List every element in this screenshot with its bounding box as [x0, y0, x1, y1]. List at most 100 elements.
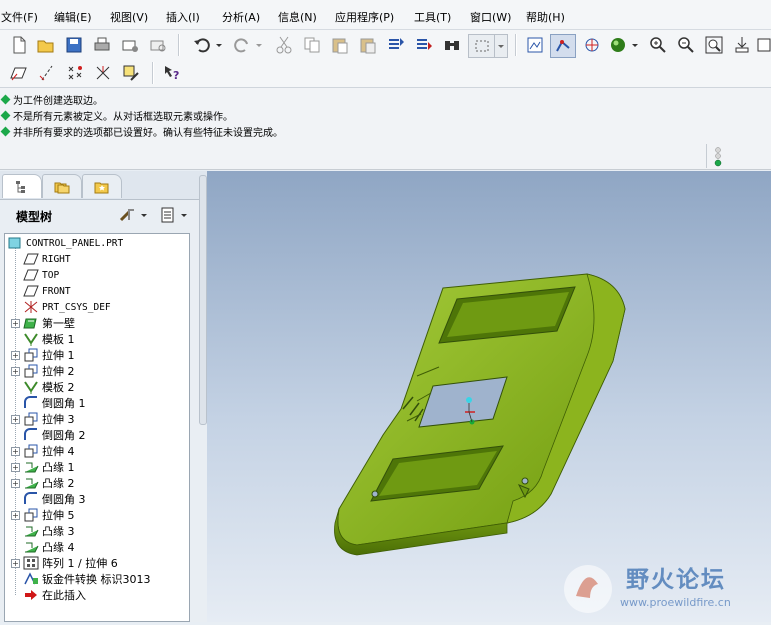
- tree-item-label: 拉伸 2: [42, 365, 75, 378]
- find-icon[interactable]: [442, 35, 462, 55]
- tab-favorites[interactable]: [82, 174, 122, 198]
- shading-dropdown-icon[interactable]: [630, 35, 640, 55]
- orient-icon[interactable]: [732, 35, 752, 55]
- tree-item-label: 凸缘 1: [42, 461, 75, 474]
- tree-item[interactable]: + 阵列 1 / 拉伸 6: [11, 555, 118, 571]
- zoom-in-icon[interactable]: [648, 35, 668, 55]
- menu-item[interactable]: 编辑(E): [54, 9, 92, 25]
- tab-model-tree[interactable]: [2, 174, 42, 198]
- selection-dropdown-icon[interactable]: [494, 34, 508, 58]
- regenerate-icon[interactable]: [386, 35, 406, 55]
- expand-toggle-icon[interactable]: +: [11, 318, 20, 328]
- tree-item-label: RIGHT: [42, 253, 71, 265]
- spin-center-icon[interactable]: [582, 35, 602, 55]
- sketch-tool-icon[interactable]: [121, 63, 141, 83]
- new-file-icon[interactable]: [9, 35, 29, 55]
- expand-toggle-icon[interactable]: +: [11, 558, 20, 568]
- paste-icon[interactable]: [330, 35, 350, 55]
- expand-toggle-icon[interactable]: +: [11, 350, 20, 360]
- tree-item[interactable]: 凸缘 3: [11, 523, 75, 539]
- first-wall-icon: [23, 316, 39, 330]
- send-mail-icon[interactable]: [120, 35, 140, 55]
- datum-axis-tool-icon[interactable]: [37, 63, 57, 83]
- zoom-out-icon[interactable]: [676, 35, 696, 55]
- tree-item[interactable]: + 第一壁: [11, 315, 75, 331]
- refit-icon[interactable]: [704, 35, 724, 55]
- menu-item[interactable]: 插入(I): [166, 9, 200, 25]
- insert-here-icon: [23, 588, 39, 602]
- graphics-window[interactable]: [207, 171, 771, 622]
- redo-icon[interactable]: [232, 35, 252, 55]
- saved-views-icon[interactable]: [756, 35, 771, 55]
- tree-item[interactable]: + 拉伸 1: [11, 347, 75, 363]
- tree-item[interactable]: 模板 2: [11, 379, 75, 395]
- tree-item-label: 钣金件转换 标识3013: [42, 573, 151, 586]
- tree-item[interactable]: + 凸缘 2: [11, 475, 75, 491]
- menu-item[interactable]: 分析(A): [222, 9, 260, 25]
- view-manager-icon[interactable]: [525, 35, 545, 55]
- expand-toggle-icon[interactable]: +: [11, 462, 20, 472]
- flange-icon: [23, 476, 39, 490]
- tree-item[interactable]: TOP: [11, 267, 59, 283]
- redo-dropdown-icon[interactable]: [254, 35, 264, 55]
- expand-toggle-icon[interactable]: +: [11, 510, 20, 520]
- tree-item[interactable]: CONTROL_PANEL.PRT: [7, 235, 123, 251]
- tree-settings-dropdown-icon[interactable]: [139, 205, 149, 225]
- menu-item[interactable]: 窗口(W): [470, 9, 511, 25]
- expand-toggle-icon[interactable]: +: [11, 366, 20, 376]
- tree-item-label: PRT_CSYS_DEF: [42, 301, 111, 313]
- tree-item-label: CONTROL_PANEL.PRT: [26, 237, 124, 249]
- tree-columns-dropdown-icon[interactable]: [179, 205, 189, 225]
- regen-manager-icon[interactable]: [414, 35, 434, 55]
- tree-item[interactable]: RIGHT: [11, 251, 71, 267]
- tree-item[interactable]: 模板 1: [11, 331, 75, 347]
- menu-item[interactable]: 文件(F): [1, 9, 38, 25]
- save-icon[interactable]: [64, 35, 84, 55]
- selection-box-icon[interactable]: [468, 34, 496, 58]
- expand-toggle-icon[interactable]: +: [11, 446, 20, 456]
- tree-item-label: 拉伸 3: [42, 413, 75, 426]
- menu-item[interactable]: 信息(N): [278, 9, 317, 25]
- tree-item[interactable]: 凸缘 4: [11, 539, 75, 555]
- menu-item[interactable]: 工具(T): [414, 9, 451, 25]
- copy-icon[interactable]: [302, 35, 322, 55]
- datum-plane-tool-icon[interactable]: [9, 63, 29, 83]
- menu-item[interactable]: 帮助(H): [526, 9, 565, 25]
- undo-dropdown-icon[interactable]: [214, 35, 224, 55]
- tab-folder-browser[interactable]: [42, 174, 82, 198]
- whats-this-help-icon[interactable]: ?: [162, 63, 182, 83]
- tree-item[interactable]: + 凸缘 1: [11, 459, 75, 475]
- panel-splitter-handle[interactable]: [199, 175, 207, 425]
- tree-columns-icon[interactable]: [158, 205, 178, 225]
- tree-item[interactable]: 倒圆角 2: [11, 427, 86, 443]
- tree-item[interactable]: 倒圆角 1: [11, 395, 86, 411]
- tree-item[interactable]: 在此插入: [11, 587, 86, 603]
- paste-special-icon[interactable]: [358, 35, 378, 55]
- datum-plane-icon: [23, 252, 39, 266]
- shading-ball-icon[interactable]: [608, 35, 628, 55]
- tree-item[interactable]: 钣金件转换 标识3013: [11, 571, 151, 587]
- datum-point-tool-icon[interactable]: [65, 63, 85, 83]
- traffic-light-icon[interactable]: [713, 146, 723, 168]
- menu-item[interactable]: 应用程序(P): [335, 9, 394, 25]
- tree-item[interactable]: + 拉伸 3: [11, 411, 75, 427]
- datum-display-icon[interactable]: [550, 34, 576, 58]
- tree-item[interactable]: PRT_CSYS_DEF: [11, 299, 111, 315]
- tree-item[interactable]: FRONT: [11, 283, 71, 299]
- expand-toggle-icon[interactable]: +: [11, 414, 20, 424]
- menu-item[interactable]: 视图(V): [110, 9, 148, 25]
- tree-item[interactable]: + 拉伸 2: [11, 363, 75, 379]
- tree-settings-icon[interactable]: [118, 205, 138, 225]
- print-icon[interactable]: [92, 35, 112, 55]
- datum-csys-tool-icon[interactable]: [93, 63, 113, 83]
- tree-item[interactable]: 倒圆角 3: [11, 491, 86, 507]
- mail-attach-icon[interactable]: [148, 35, 168, 55]
- undo-icon[interactable]: [192, 35, 212, 55]
- tree-item[interactable]: + 拉伸 4: [11, 443, 75, 459]
- tree-item[interactable]: + 拉伸 5: [11, 507, 75, 523]
- expand-toggle-icon[interactable]: +: [11, 478, 20, 488]
- open-folder-icon[interactable]: [36, 35, 56, 55]
- sheet-metal-part-model[interactable]: [207, 171, 771, 622]
- extrude-icon: [23, 348, 39, 362]
- cut-icon[interactable]: [274, 35, 294, 55]
